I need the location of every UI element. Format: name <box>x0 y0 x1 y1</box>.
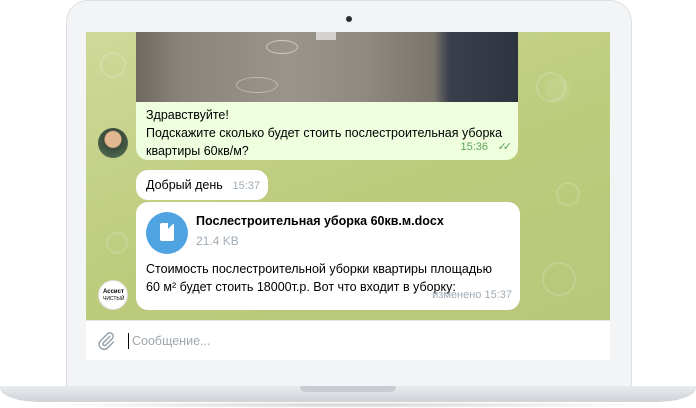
message-input[interactable] <box>130 330 574 352</box>
message-bubble-incoming[interactable]: Добрый день 15:37 <box>136 170 268 200</box>
wallpaper-doodle <box>100 52 126 78</box>
wallpaper-doodle <box>106 232 128 254</box>
wallpaper-doodle <box>556 182 580 206</box>
file-download-icon[interactable] <box>146 212 188 254</box>
avatar-logo-text: Ассист <box>103 289 124 295</box>
avatar-contact[interactable]: Ассист ЧИСТЫЙ <box>98 280 128 310</box>
message-text: Добрый день <box>146 178 223 192</box>
read-check-icon: ✓✓ <box>497 141 513 153</box>
photo-detail <box>316 32 336 40</box>
message-time: 15:36 <box>460 141 488 153</box>
message-text-line: Здравствуйте! <box>146 108 229 122</box>
file-size: 21.4 KB <box>196 234 239 248</box>
message-text-line: Стоимость послестроительной уборки кварт… <box>146 262 493 276</box>
avatar-logo-text: ЧИСТЫЙ <box>103 296 125 302</box>
message-composer <box>86 320 610 360</box>
avatar-user[interactable] <box>98 128 128 158</box>
message-text-line: квартиры 60кв/м? <box>146 144 249 158</box>
laptop-shadow <box>20 402 676 408</box>
attach-icon[interactable] <box>96 331 116 351</box>
text-cursor <box>128 333 129 349</box>
photo-detail <box>266 40 298 54</box>
photo-detail <box>236 77 278 93</box>
message-time: 15:37 <box>232 180 260 192</box>
file-name[interactable]: Послестроительная уборка 60кв.м.docx <box>196 212 444 230</box>
document-fold <box>168 223 174 229</box>
message-text-line: Подскажите сколько будет стоить послестр… <box>146 126 503 140</box>
chat-area[interactable]: Здравствуйте! Подскажите сколько будет с… <box>86 32 610 320</box>
message-bubble-outgoing[interactable]: Здравствуйте! Подскажите сколько будет с… <box>136 102 518 160</box>
laptop-base-notch <box>300 386 396 392</box>
message-bubble-incoming-file[interactable]: Послестроительная уборка 60кв.м.docx 21.… <box>136 202 520 310</box>
wallpaper-doodle <box>542 262 576 296</box>
camera-icon <box>346 16 352 22</box>
photo-attachment[interactable] <box>136 32 518 102</box>
message-time: изменено 15:37 <box>432 289 512 301</box>
screen: Здравствуйте! Подскажите сколько будет с… <box>86 32 610 360</box>
wallpaper-doodle <box>536 72 566 102</box>
